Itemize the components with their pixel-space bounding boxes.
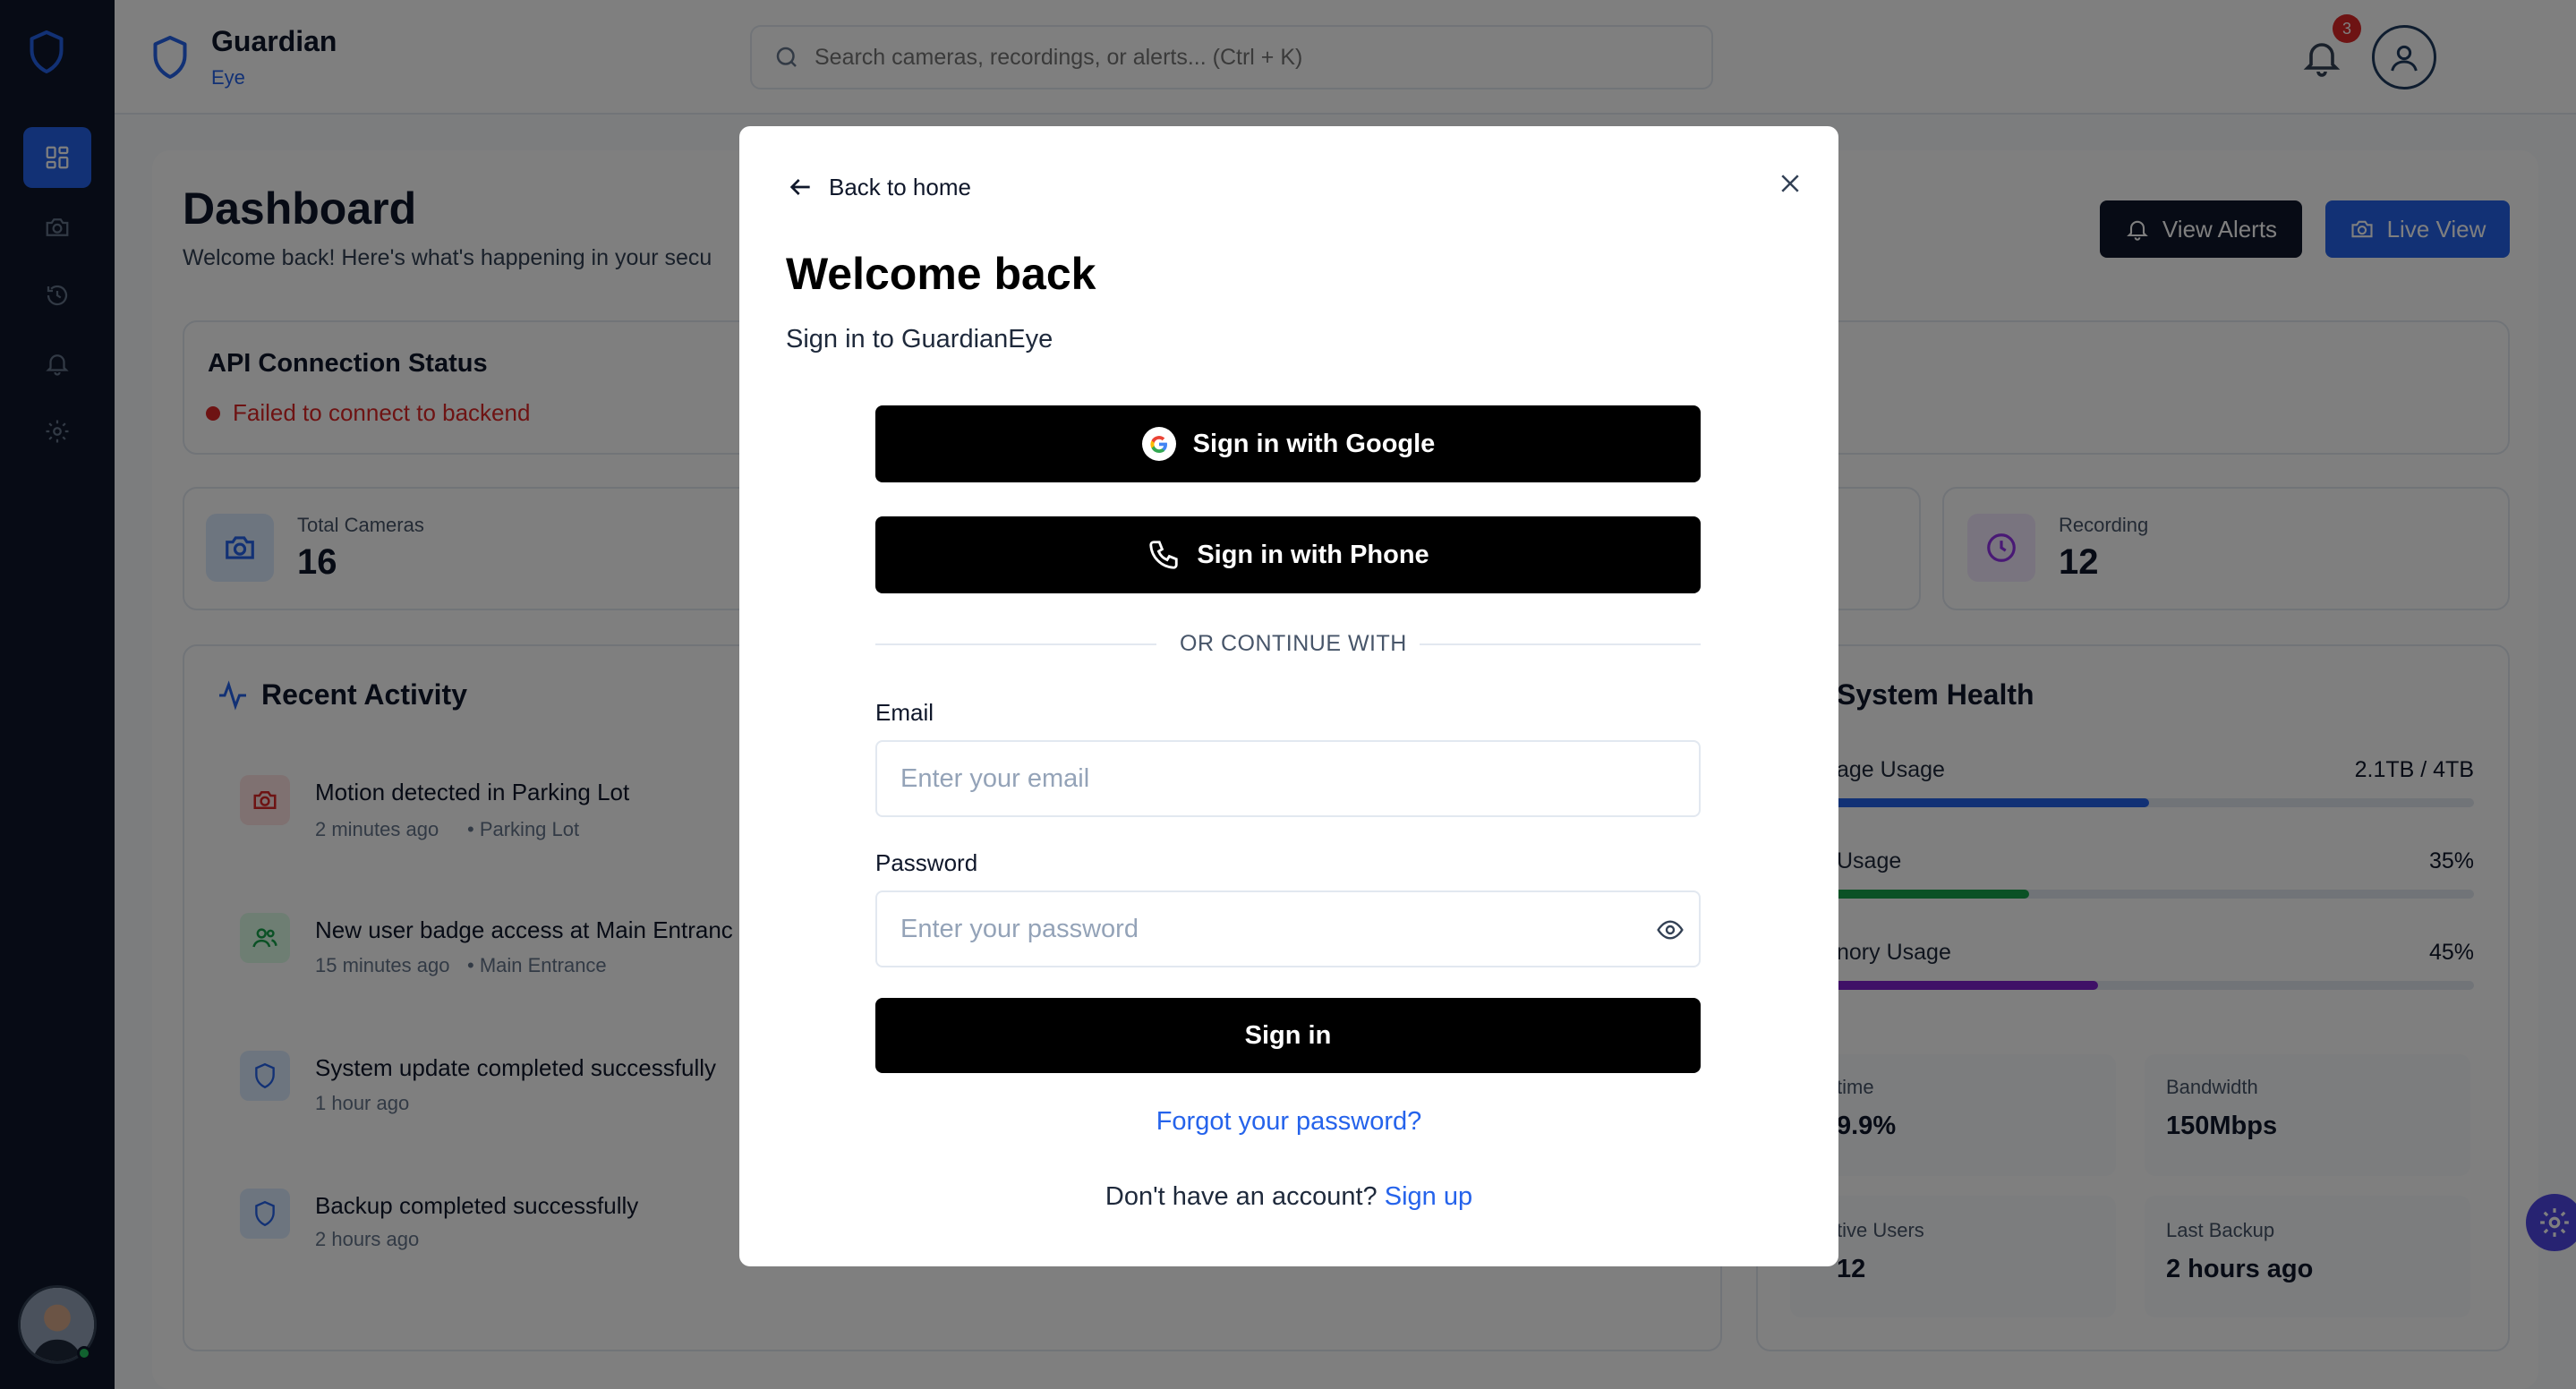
divider-line-right [1420, 643, 1701, 645]
divider-line-left [875, 643, 1156, 645]
back-to-home-label: Back to home [829, 173, 971, 200]
signup-prompt: Don't have an account? Sign up [739, 1182, 1838, 1212]
sign-up-link[interactable]: Sign up [1385, 1182, 1472, 1211]
divider-text: OR CONTINUE WITH [1180, 631, 1407, 656]
phone-icon [1149, 541, 1178, 569]
eye-icon[interactable] [1656, 916, 1685, 944]
modal-title: Welcome back [786, 249, 1096, 299]
password-label: Password [875, 849, 978, 876]
email-input[interactable] [900, 763, 1634, 794]
email-label: Email [875, 699, 934, 726]
close-button[interactable] [1769, 162, 1812, 205]
no-account-text: Don't have an account? [1105, 1182, 1378, 1211]
password-field[interactable] [875, 890, 1701, 967]
sign-in-submit-label: Sign in [1244, 1020, 1332, 1050]
password-input[interactable] [900, 914, 1634, 944]
google-logo-icon [1141, 427, 1176, 461]
google-sign-in-button[interactable]: Sign in with Google [875, 405, 1701, 482]
phone-sign-in-button[interactable]: Sign in with Phone [875, 516, 1701, 593]
phone-sign-in-label: Sign in with Phone [1197, 540, 1429, 569]
sign-in-modal: Back to home Welcome back Sign in to Gua… [739, 126, 1838, 1266]
google-sign-in-label: Sign in with Google [1192, 429, 1436, 458]
email-field[interactable] [875, 740, 1701, 817]
modal-subtitle: Sign in to GuardianEye [786, 325, 1053, 354]
sign-in-submit-button[interactable]: Sign in [875, 998, 1701, 1073]
close-icon [1781, 175, 1799, 192]
arrow-left-icon [789, 179, 810, 195]
forgot-password-link[interactable]: Forgot your password? [739, 1107, 1838, 1137]
back-to-home-link[interactable]: Back to home [786, 173, 971, 201]
